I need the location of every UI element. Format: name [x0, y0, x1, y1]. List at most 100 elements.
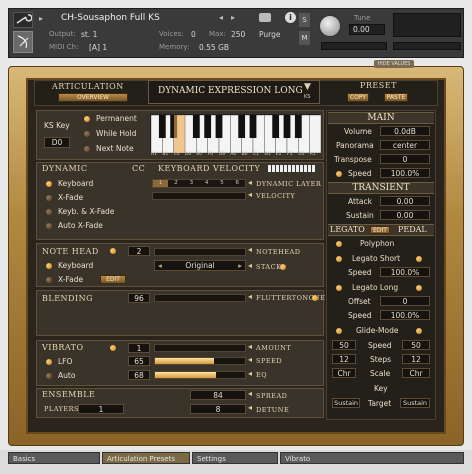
note-head-keyboard-led[interactable] — [46, 263, 52, 269]
glide-mode-led[interactable] — [336, 328, 342, 334]
keyswitch-keyboard[interactable] — [150, 114, 322, 154]
dynamic-xfade-led[interactable] — [46, 195, 52, 201]
next-note-led[interactable] — [84, 146, 90, 152]
vibrato-lfo-led[interactable] — [46, 359, 52, 365]
layer-5[interactable]: 5 — [214, 180, 229, 187]
legato-short-right-led[interactable] — [416, 256, 422, 262]
glide-mode-label[interactable]: Glide-Mode — [356, 326, 399, 335]
scale-select[interactable]: Chr — [402, 368, 430, 378]
vibrato-speed-slider[interactable] — [154, 357, 246, 365]
stack-prev-icon[interactable]: ◂ — [158, 261, 162, 271]
sustain-value[interactable]: 0.00 — [380, 210, 430, 220]
tune-knob[interactable] — [319, 15, 341, 37]
paste-button[interactable]: PASTE — [384, 93, 408, 102]
tab-basics[interactable]: Basics — [8, 452, 100, 464]
note-head-value[interactable]: 2 — [128, 246, 150, 256]
polyphon-label[interactable]: Polyphon — [360, 239, 394, 248]
tune-value[interactable]: 0.00 — [349, 24, 385, 35]
notehead-slider[interactable] — [154, 248, 246, 256]
permanent-option[interactable]: Permanent — [96, 114, 137, 123]
spread-value[interactable]: 84 — [190, 390, 246, 400]
dynamic-keyb-xfade-option[interactable]: Keyb. & X-Fade — [58, 207, 114, 216]
solo-button[interactable]: S — [299, 13, 310, 27]
black-key[interactable] — [249, 115, 257, 138]
note-head-xfade-option[interactable]: X-Fade — [58, 275, 83, 284]
layer-2[interactable]: 2 — [168, 180, 183, 187]
dynamic-layer-selector[interactable]: 1 2 3 4 5 6 — [152, 179, 246, 188]
white-key[interactable] — [309, 114, 322, 154]
note-head-led[interactable] — [110, 248, 116, 254]
tab-vibrato[interactable]: Vibrato — [280, 452, 464, 464]
dynamic-auto-xfade-option[interactable]: Auto X-Fade — [58, 221, 103, 230]
legato-short-led[interactable] — [336, 256, 342, 262]
hide-values-button[interactable]: HIDE VALUES — [374, 60, 414, 68]
black-key[interactable] — [294, 115, 302, 138]
copy-button[interactable]: COPY — [347, 93, 369, 102]
next-note-option[interactable]: Next Note — [96, 144, 134, 153]
vibrato-speed-value[interactable]: 65 — [128, 356, 150, 366]
vibrato-led[interactable] — [110, 345, 116, 351]
collapse-arrow-icon[interactable]: ▸ — [39, 14, 43, 23]
ks-key-value[interactable]: D0 — [44, 137, 70, 148]
notehead-stack-selector[interactable]: ◂ Original ▸ — [154, 260, 246, 271]
vibrato-auto-led[interactable] — [46, 373, 52, 379]
purge-menu[interactable]: Purge — [259, 30, 280, 39]
prev-instrument-icon[interactable]: ◂ — [219, 13, 223, 22]
legato-long-speed-value[interactable]: 100.0% — [380, 310, 430, 320]
blending-slider[interactable] — [154, 294, 246, 302]
midi-channel-value[interactable]: [A] 1 — [89, 43, 107, 52]
overview-button[interactable]: OVERVIEW — [58, 93, 128, 102]
pan-slider[interactable] — [321, 42, 387, 50]
vibrato-lfo-option[interactable]: LFO — [58, 357, 72, 366]
blending-value[interactable]: 96 — [128, 293, 150, 303]
vibrato-auto-option[interactable]: Auto — [58, 371, 75, 380]
scale-left-select[interactable]: Chr — [332, 368, 356, 378]
while-hold-led[interactable] — [84, 131, 90, 137]
volume-slider[interactable] — [393, 42, 461, 50]
black-key[interactable] — [283, 115, 291, 138]
speed-led[interactable] — [336, 171, 342, 177]
black-key[interactable] — [192, 115, 200, 138]
steps-value[interactable]: 12 — [402, 354, 430, 364]
fluttertongue-led[interactable] — [312, 295, 318, 301]
legato-long-label[interactable]: Legato Long — [352, 283, 398, 292]
dynamic-keyb-xfade-led[interactable] — [46, 209, 52, 215]
instrument-name[interactable]: CH-Sousaphon Full KS — [61, 13, 160, 23]
cc-toggle[interactable]: CC — [132, 164, 145, 173]
layer-4[interactable]: 4 — [199, 180, 214, 187]
note-head-keyboard-option[interactable]: Keyboard — [58, 261, 93, 270]
target-select[interactable]: Sustain — [400, 398, 430, 408]
stack-led[interactable] — [280, 264, 286, 270]
offset-value[interactable]: 0 — [380, 296, 430, 306]
camera-icon[interactable] — [259, 13, 271, 22]
dynamic-auto-xfade-led[interactable] — [46, 223, 52, 229]
black-key[interactable] — [215, 115, 223, 138]
velocity-slider[interactable] — [152, 192, 246, 200]
tab-articulation-presets[interactable]: Articulation Presets — [102, 452, 190, 464]
steps-left-value[interactable]: 12 — [332, 354, 356, 364]
note-head-edit-button[interactable]: EDIT — [100, 275, 126, 284]
black-key[interactable] — [158, 115, 166, 138]
note-head-xfade-led[interactable] — [46, 277, 52, 283]
mute-button[interactable]: M — [299, 31, 310, 45]
stack-next-icon[interactable]: ▸ — [238, 261, 242, 271]
transpose-value[interactable]: 0 — [380, 154, 430, 164]
wrench-icon[interactable] — [13, 12, 33, 28]
attack-value[interactable]: 0.00 — [380, 196, 430, 206]
target-left-select[interactable]: Sustain — [332, 398, 360, 408]
polyphon-led[interactable] — [336, 241, 342, 247]
legato-short-label[interactable]: Legato Short — [352, 254, 400, 263]
black-key[interactable] — [238, 115, 246, 138]
info-icon[interactable]: i — [285, 12, 296, 23]
layer-6[interactable]: 6 — [230, 180, 245, 187]
vibrato-eq-slider[interactable] — [154, 371, 246, 379]
legato-long-right-led[interactable] — [416, 285, 422, 291]
panorama-value[interactable]: center — [380, 140, 430, 150]
layer-1[interactable]: 1 — [153, 180, 169, 187]
vibrato-amount-slider[interactable] — [154, 344, 246, 352]
glide-left-value[interactable]: 50 — [332, 340, 356, 350]
tab-settings[interactable]: Settings — [192, 452, 278, 464]
articulation-dropdown-icon[interactable]: ▼ — [304, 82, 311, 92]
volume-value[interactable]: 0.0dB — [380, 126, 430, 136]
vibrato-amount-value[interactable]: 1 — [128, 343, 150, 353]
